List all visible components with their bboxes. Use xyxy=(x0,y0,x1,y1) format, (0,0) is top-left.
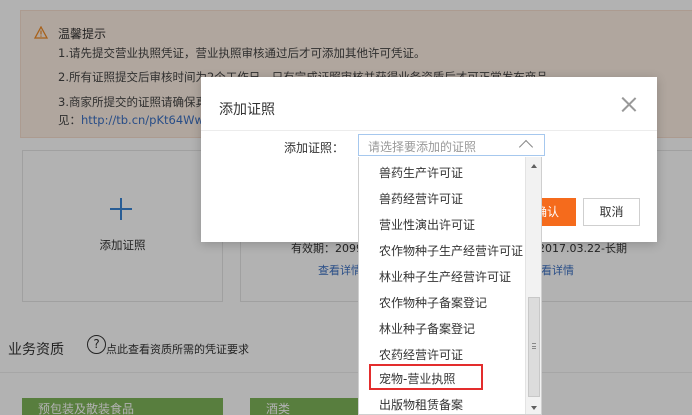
license-select-placeholder: 请选择要添加的证照 xyxy=(368,140,477,154)
dropdown-option[interactable]: 兽药生产许可证 xyxy=(359,160,525,186)
dropdown-option[interactable]: 出版物租赁备案 xyxy=(359,392,525,414)
dropdown-option[interactable]: 兽药经营许可证 xyxy=(359,186,525,212)
dropdown-option[interactable]: 林业种子备案登记 xyxy=(359,316,525,342)
license-dropdown-list: 兽药生产许可证 兽药经营许可证 营业性演出许可证 农作物种子生产经营许可证 林业… xyxy=(358,157,542,415)
license-select[interactable]: 请选择要添加的证照 xyxy=(358,134,545,156)
dropdown-option[interactable]: 农作物种子生产经营许可证 xyxy=(359,238,525,264)
scrollbar-grip-icon xyxy=(532,343,536,349)
dropdown-option[interactable]: 营业性演出许可证 xyxy=(359,212,525,238)
dropdown-scrollbar[interactable] xyxy=(525,157,541,414)
dialog-title: 添加证照 xyxy=(219,102,275,118)
close-icon[interactable] xyxy=(620,95,638,113)
highlight-box xyxy=(369,364,483,390)
cancel-button[interactable]: 取消 xyxy=(583,198,640,226)
scrollbar-thumb[interactable] xyxy=(528,297,540,397)
license-select-label: 添加证照： xyxy=(284,141,345,155)
chevron-up-icon xyxy=(518,139,534,155)
scroll-down-arrow-icon[interactable] xyxy=(531,406,537,410)
dropdown-option[interactable]: 林业种子生产经营许可证 xyxy=(359,264,525,290)
dialog-divider xyxy=(201,130,657,131)
dropdown-option[interactable]: 农作物种子备案登记 xyxy=(359,290,525,316)
scroll-up-arrow-icon[interactable] xyxy=(531,164,537,168)
